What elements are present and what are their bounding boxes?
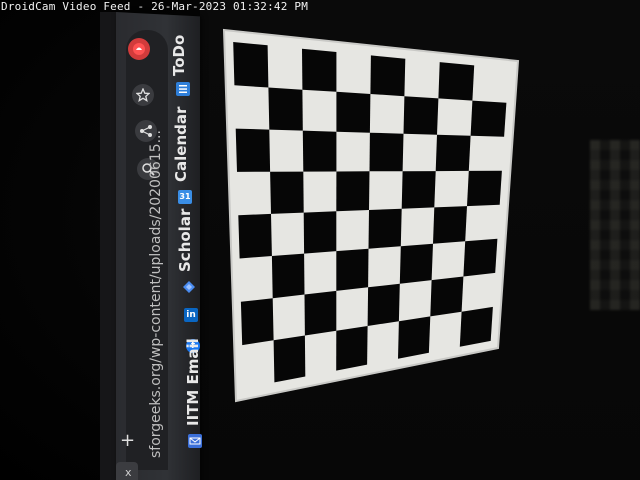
email-icon	[188, 434, 202, 448]
chessboard-dark-square	[235, 128, 271, 172]
chessboard-dark-square	[433, 206, 467, 244]
chessboard-dark-square	[238, 213, 272, 259]
chessboard-dark-square	[435, 134, 471, 172]
close-tab-button[interactable]: x	[125, 466, 132, 479]
chessboard-dark-square	[399, 243, 433, 284]
chessboard-dark-square	[303, 211, 337, 254]
bookmark-iitm-email[interactable]: IITM Email	[184, 338, 202, 426]
chessboard-dark-square	[336, 91, 371, 133]
chessboard-dark-square	[470, 100, 507, 137]
chessboard-dark-square	[273, 335, 306, 383]
new-tab-button[interactable]: +	[120, 430, 135, 451]
chessboard-dark-square	[336, 326, 368, 371]
scholar-icon	[182, 280, 196, 294]
chessboard-dark-square	[302, 130, 337, 172]
chessboard-dark-square	[302, 48, 337, 92]
bookmark-calendar[interactable]: Calendar	[172, 107, 190, 182]
feed-header-text: DroidCam Video Feed - 26-Mar-2023 01:32:…	[1, 0, 309, 13]
url-text[interactable]: sforgeeks.org/wp-content/uploads/2020061…	[148, 130, 164, 458]
chessboard-dark-square	[398, 316, 431, 359]
chessboard-dark-square	[233, 42, 269, 88]
chessboard-dark-square	[370, 55, 406, 97]
chessboard-dark-square	[368, 208, 402, 249]
chessboard-dark-square	[268, 87, 303, 131]
chessboard-dark-square	[401, 171, 436, 209]
chessboard-dark-square	[240, 298, 274, 346]
chessboard-dark-square	[403, 96, 439, 135]
chessboard-dark-square	[463, 238, 498, 277]
bookmark-todo[interactable]: ToDo	[170, 35, 188, 76]
calendar-icon: 31	[178, 190, 192, 204]
chessboard-dark-square	[369, 132, 404, 172]
todo-icon	[176, 82, 190, 96]
chessboard-dark-square	[304, 290, 337, 336]
bookmark-scholar[interactable]: Scholar	[176, 209, 194, 272]
chessboard	[222, 28, 520, 403]
blurred-background-pattern	[590, 140, 640, 310]
chessboard-dark-square	[367, 283, 400, 326]
chessboard-dark-square	[270, 171, 304, 214]
linkedin-icon[interactable]: in	[184, 308, 198, 322]
profile-icon[interactable]	[128, 38, 150, 60]
chessboard-dark-square	[336, 248, 369, 291]
webcam-frame: sforgeeks.org/wp-content/uploads/2020061…	[0, 0, 640, 480]
chessboard-dark-square	[459, 306, 493, 347]
chessboard-dark-square	[438, 62, 475, 101]
chessboard-dark-square	[336, 171, 370, 212]
star-icon[interactable]	[132, 84, 154, 106]
chessboard-dark-square	[430, 276, 464, 317]
chessboard-dark-square	[271, 253, 305, 299]
chessboard-dark-square	[467, 170, 502, 207]
